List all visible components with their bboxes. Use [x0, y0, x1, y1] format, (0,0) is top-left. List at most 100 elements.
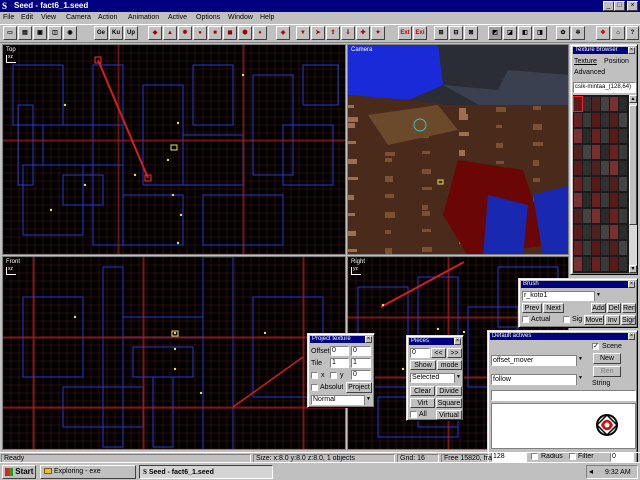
texture-thumbnail[interactable]: [592, 129, 600, 143]
prev-button[interactable]: Prev: [522, 303, 542, 313]
texture-thumbnail[interactable]: [610, 177, 618, 191]
texture-thumbnail[interactable]: [592, 241, 600, 255]
mode-select[interactable]: Normal: [311, 395, 372, 405]
texture-thumbnail[interactable]: [574, 225, 582, 239]
cylinder-icon[interactable]: ▲: [163, 26, 177, 40]
sig-checkbox[interactable]: [563, 316, 570, 323]
menu-view[interactable]: View: [41, 12, 56, 24]
texture-thumbnail[interactable]: [583, 177, 591, 191]
texture-thumbnail[interactable]: [574, 145, 582, 159]
toolbar-cross-icon[interactable]: ✚: [356, 26, 370, 40]
brush-icon[interactable]: ◼: [223, 26, 237, 40]
texture-thumbnail[interactable]: [583, 257, 591, 271]
next-button[interactable]: Next: [543, 303, 564, 313]
close-icon[interactable]: ×: [627, 1, 638, 11]
texture-thumbnail[interactable]: [583, 209, 591, 223]
texture-thumbnail[interactable]: [592, 97, 600, 111]
inv-button[interactable]: Inv: [605, 315, 620, 325]
open-icon[interactable]: ▤: [18, 26, 32, 40]
texture-thumbnail[interactable]: [601, 145, 609, 159]
texture-thumbnail[interactable]: [601, 97, 609, 111]
texture-thumbnail[interactable]: [619, 193, 627, 207]
toolbar-misc-b-icon[interactable]: ✲: [571, 26, 585, 40]
texture-thumbnail[interactable]: [592, 257, 600, 271]
texture-thumbnail[interactable]: [574, 129, 582, 143]
texture-thumbnail[interactable]: [601, 225, 609, 239]
actual-checkbox[interactable]: [522, 316, 529, 323]
cube-icon[interactable]: ◆: [148, 26, 162, 40]
viewport-camera[interactable]: Camera: [347, 44, 569, 255]
panel-title[interactable]: Project texture: [310, 336, 372, 343]
texture-thumbnail[interactable]: [574, 113, 582, 127]
texture-thumbnail[interactable]: [592, 193, 600, 207]
texture-thumbnail[interactable]: [573, 96, 583, 112]
new-icon[interactable]: ▭: [3, 26, 17, 40]
door-icon[interactable]: ▼: [296, 26, 310, 40]
texture-thumbnail[interactable]: [583, 161, 591, 175]
scroll-thumb[interactable]: [629, 105, 637, 225]
texture-thumbnail[interactable]: [574, 177, 582, 191]
texture-thumbnail[interactable]: [610, 241, 618, 255]
toolbar-tool-c-icon[interactable]: ⊠: [464, 26, 478, 40]
menu-active[interactable]: Active: [168, 12, 187, 24]
toolbar-tool-a-icon[interactable]: ⊞: [434, 26, 448, 40]
texture-thumbnail[interactable]: [619, 97, 627, 111]
menu-file[interactable]: File: [3, 12, 14, 24]
texture-thumbnail[interactable]: [601, 129, 609, 143]
texture-thumbnail[interactable]: [592, 225, 600, 239]
viewport-top[interactable]: Top xz: [2, 44, 346, 255]
chevron-down-icon[interactable]: ▼: [364, 395, 372, 405]
flag-icon[interactable]: ◈: [276, 26, 290, 40]
texture-thumbnail[interactable]: [619, 145, 627, 159]
brush-select[interactable]: r_koto1: [522, 291, 602, 301]
texture-thumbnail[interactable]: [583, 145, 591, 159]
texture-thumbnail[interactable]: [619, 225, 627, 239]
menu-edit[interactable]: Edit: [21, 12, 33, 24]
menu-camera[interactable]: Camera: [66, 12, 91, 24]
texture-thumbnail[interactable]: [610, 97, 618, 111]
texture-thumbnail[interactable]: [619, 177, 627, 191]
panel-title[interactable]: Default actives: [490, 333, 635, 340]
toolbar-misc-d-icon[interactable]: ?: [626, 26, 639, 40]
square-button[interactable]: Square: [436, 398, 462, 408]
texture-thumbnail[interactable]: [583, 241, 591, 255]
texture-thumbnail[interactable]: [583, 225, 591, 239]
camera-view-canvas[interactable]: [348, 45, 569, 255]
texture-thumbnail[interactable]: [592, 209, 600, 223]
settings-icon[interactable]: ❖: [596, 26, 610, 40]
scroll-down-icon[interactable]: ▼: [629, 265, 637, 273]
chevron-down-icon[interactable]: ▼: [576, 374, 584, 385]
panel-title[interactable]: Brush: [521, 281, 635, 288]
light-icon[interactable]: ✹: [178, 26, 192, 40]
scroll-up-icon[interactable]: ▲: [629, 95, 637, 103]
texture-thumbnail[interactable]: [601, 177, 609, 191]
y-checkbox[interactable]: [330, 372, 337, 379]
ren-button[interactable]: Ren: [622, 303, 636, 313]
offset-x-field[interactable]: 0: [330, 346, 349, 356]
close-icon[interactable]: ×: [628, 281, 635, 288]
title-bar[interactable]: S Seed - fact6_1.seed _ □ ×: [0, 0, 640, 12]
camera-icon[interactable]: ●: [193, 26, 207, 40]
chevron-down-icon[interactable]: ▼: [576, 355, 584, 366]
speaker-icon[interactable]: ◂: [589, 467, 593, 477]
string-field[interactable]: [491, 390, 636, 401]
texture-thumbnail[interactable]: [574, 209, 582, 223]
add-button[interactable]: Add: [591, 303, 606, 313]
texture-thumbnail[interactable]: [619, 209, 627, 223]
texture-thumbnail[interactable]: [574, 161, 582, 175]
zoom-icon[interactable]: ◉: [63, 26, 77, 40]
divide-button[interactable]: Divide: [436, 386, 462, 396]
toolbar-misc-c-icon[interactable]: ⌂: [611, 26, 625, 40]
texture-thumbnail[interactable]: [610, 225, 618, 239]
active-select-2[interactable]: follow: [491, 374, 584, 385]
texture-thumbnail[interactable]: [619, 241, 627, 255]
texture-thumbnail[interactable]: [601, 241, 609, 255]
move-button[interactable]: Move: [584, 315, 604, 325]
texture-name-field[interactable]: csik-mintaa_(128,64): [573, 82, 636, 93]
viewport-front[interactable]: Front xz: [2, 256, 346, 450]
texture-thumbnail[interactable]: [601, 113, 609, 127]
menu-help[interactable]: Help: [260, 12, 274, 24]
menu-animation[interactable]: Animation: [128, 12, 159, 24]
offset-y-field[interactable]: 0: [351, 346, 371, 356]
texture-thumbnail[interactable]: [610, 257, 618, 271]
